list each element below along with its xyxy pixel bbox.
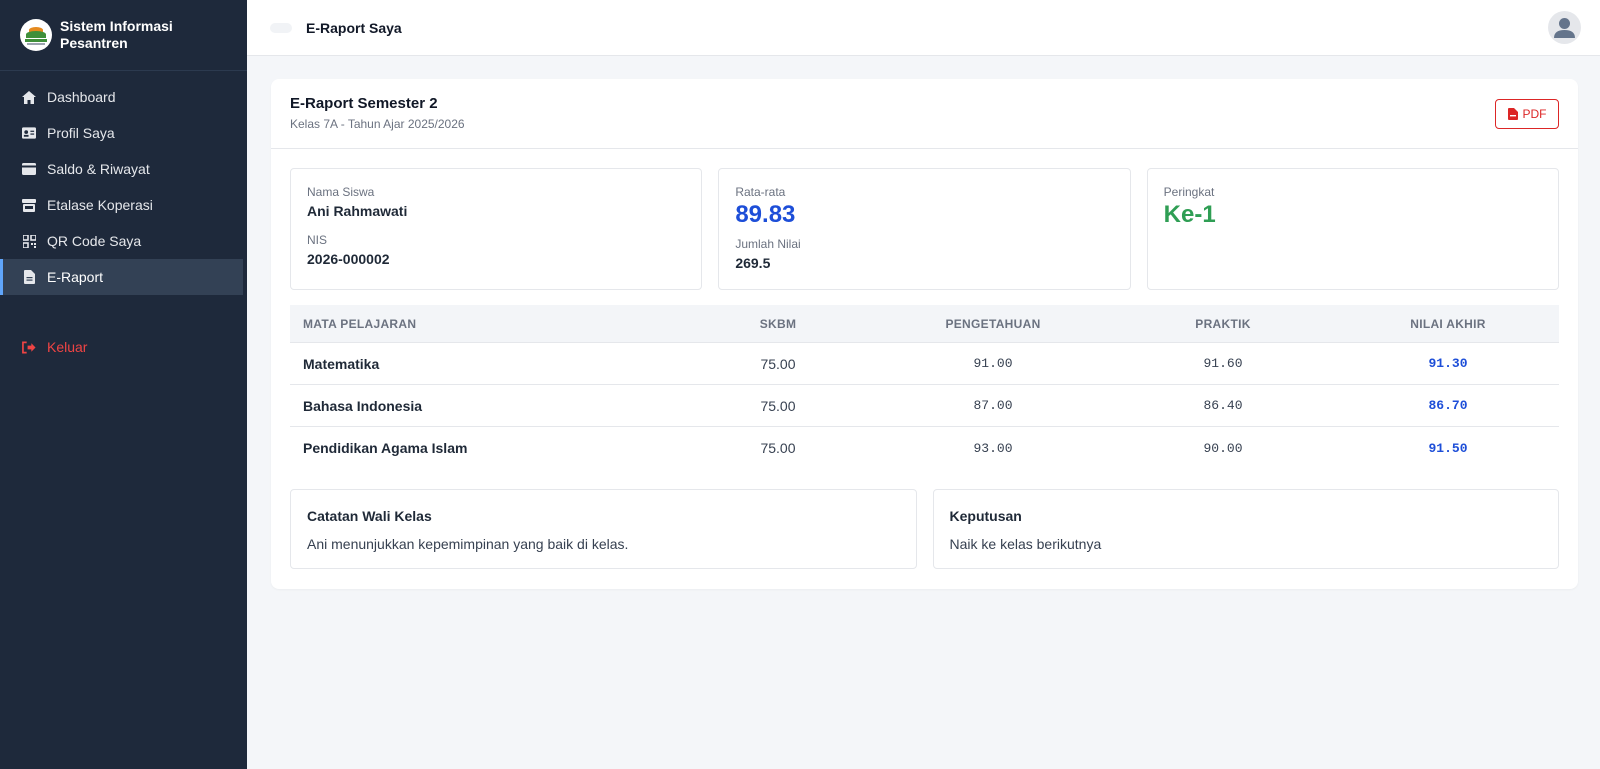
brand[interactable]: Sistem Informasi Pesantren <box>0 0 247 71</box>
nilai-akhir-cell: 91.30 <box>1428 356 1468 371</box>
average-label: Rata-rata <box>735 185 786 199</box>
sidebar-item-label: Dashboard <box>47 89 116 105</box>
brand-title: Sistem Informasi Pesantren <box>60 18 173 51</box>
sidebar-toggle-button[interactable] <box>270 22 292 33</box>
nis-value: 2026-000002 <box>307 251 390 267</box>
file-icon <box>22 270 36 284</box>
praktik-cell: 86.40 <box>1203 398 1243 413</box>
qrcode-icon <box>22 234 36 248</box>
nilai-akhir-cell: 91.50 <box>1428 440 1468 456</box>
subject-cell: Bahasa Indonesia <box>303 397 423 414</box>
sidebar-item-label: Etalase Koperasi <box>47 197 153 213</box>
student-info-box: Nama Siswa Ani Rahmawati NIS 2026-000002 <box>290 168 703 290</box>
sidebar-item-saldo[interactable]: Saldo & Riwayat <box>0 151 243 187</box>
col-header-subject: MATA PELAJARAN <box>303 316 417 331</box>
sidebar-item-label: Saldo & Riwayat <box>47 161 150 177</box>
homeroom-note-text: Ani menunjukkan kepemimpinan yang baik d… <box>307 536 629 552</box>
average-box: Rata-rata 89.83 Jumlah Nilai 269.5 <box>718 168 1131 290</box>
sidebar-item-label: Profil Saya <box>47 125 115 141</box>
student-name-label: Nama Siswa <box>307 185 375 199</box>
eraport-card: E-Raport Semester 2 Kelas 7A - Tahun Aja… <box>271 79 1578 589</box>
skbm-cell: 75.00 <box>760 355 796 372</box>
sidebar-nav: Dashboard Profil Saya Saldo & Riwayat Et… <box>0 79 247 365</box>
pengetahuan-cell: 91.00 <box>973 356 1013 371</box>
homeroom-note-title: Catatan Wali Kelas <box>307 508 432 524</box>
pdf-label: PDF <box>1522 107 1547 121</box>
table-header: MATA PELAJARAN SKBM PENGETAHUAN PRAKTIK … <box>290 305 1559 343</box>
user-avatar[interactable] <box>1548 11 1581 44</box>
home-icon <box>22 90 36 104</box>
rank-value: Ke-1 <box>1163 201 1216 228</box>
sidebar-item-profil[interactable]: Profil Saya <box>0 115 243 151</box>
sidebar-item-eraport[interactable]: E-Raport <box>0 259 243 295</box>
col-header-nilai-akhir: NILAI AKHIR <box>1410 316 1486 331</box>
report-subtitle: Kelas 7A - Tahun Ajar 2025/2026 <box>290 117 465 131</box>
rank-label: Peringkat <box>1163 185 1215 199</box>
card-header: E-Raport Semester 2 Kelas 7A - Tahun Aja… <box>271 79 1578 149</box>
wallet-icon <box>22 162 36 176</box>
sidebar: Sistem Informasi Pesantren Dashboard Pro… <box>0 0 247 769</box>
logout-button[interactable]: Keluar <box>0 329 243 365</box>
praktik-cell: 91.60 <box>1203 356 1243 371</box>
pdf-file-icon <box>1507 108 1518 120</box>
table-row: Matematika 75.00 91.00 91.60 91.30 <box>290 343 1559 385</box>
pesantren-logo <box>20 19 52 51</box>
skbm-cell: 75.00 <box>760 397 796 414</box>
praktik-cell: 90.00 <box>1203 440 1243 456</box>
col-header-skbm: SKBM <box>759 316 797 331</box>
grades-table: MATA PELAJARAN SKBM PENGETAHUAN PRAKTIK … <box>290 305 1559 469</box>
summary-stats: Nama Siswa Ani Rahmawati NIS 2026-000002… <box>290 168 1559 290</box>
logout-icon <box>22 340 36 354</box>
skbm-cell: 75.00 <box>760 440 796 456</box>
sidebar-item-dashboard[interactable]: Dashboard <box>0 79 243 115</box>
decision-title: Keputusan <box>949 508 1022 524</box>
decision-note: Keputusan Naik ke kelas berikutnya <box>932 489 1559 569</box>
homeroom-note: Catatan Wali Kelas Ani menunjukkan kepem… <box>290 489 917 569</box>
pengetahuan-cell: 93.00 <box>973 440 1013 456</box>
sidebar-item-label: QR Code Saya <box>47 233 142 249</box>
nis-label: NIS <box>307 233 328 247</box>
nilai-akhir-cell: 86.70 <box>1428 398 1468 413</box>
sidebar-item-qrcode[interactable]: QR Code Saya <box>0 223 243 259</box>
topbar: E-Raport Saya <box>247 0 1600 56</box>
rank-box: Peringkat Ke-1 <box>1146 168 1559 290</box>
col-header-pengetahuan: PENGETAHUAN <box>945 316 1041 331</box>
total-value: 269.5 <box>735 255 771 271</box>
table-row: Bahasa Indonesia 75.00 87.00 86.40 86.70 <box>290 385 1559 427</box>
logout-label: Keluar <box>47 339 88 355</box>
store-icon <box>22 198 36 212</box>
col-header-praktik: PRAKTIK <box>1195 316 1251 331</box>
page-title: E-Raport Saya <box>306 19 402 36</box>
subject-cell: Matematika <box>303 355 380 372</box>
table-row: Pendidikan Agama Islam 75.00 93.00 90.00… <box>290 427 1559 469</box>
id-card-icon <box>22 126 36 140</box>
subject-cell: Pendidikan Agama Islam <box>303 440 468 456</box>
average-value: 89.83 <box>735 201 796 228</box>
sidebar-item-label: E-Raport <box>47 269 104 285</box>
pengetahuan-cell: 87.00 <box>973 398 1013 413</box>
report-title: E-Raport Semester 2 <box>290 95 438 112</box>
decision-text: Naik ke kelas berikutnya <box>949 536 1102 552</box>
notes-section: Catatan Wali Kelas Ani menunjukkan kepem… <box>290 489 1559 569</box>
pdf-download-button[interactable]: PDF <box>1495 99 1559 129</box>
total-label: Jumlah Nilai <box>735 237 801 251</box>
sidebar-item-etalase[interactable]: Etalase Koperasi <box>0 187 243 223</box>
student-name: Ani Rahmawati <box>307 203 408 219</box>
user-icon <box>1554 18 1575 38</box>
